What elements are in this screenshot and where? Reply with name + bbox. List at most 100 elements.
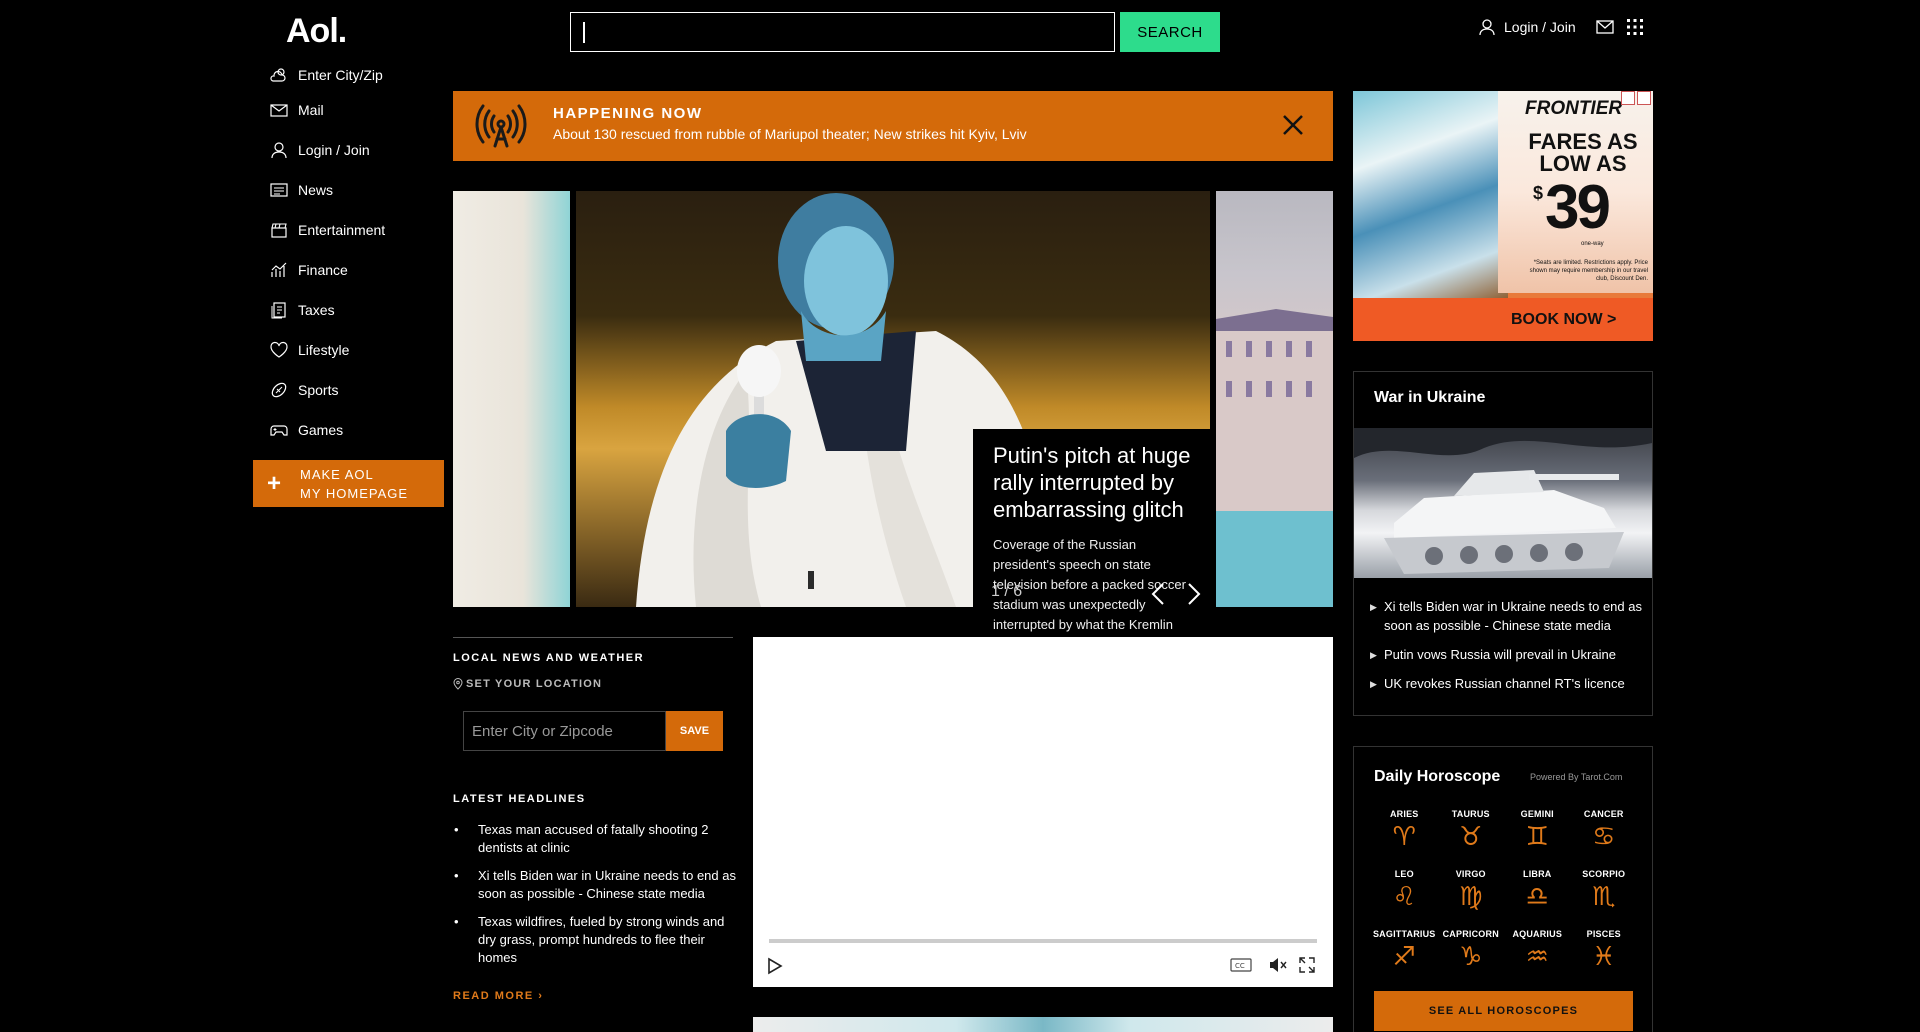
local-news-heading: LOCAL NEWS AND WEATHER	[453, 652, 645, 664]
aol-logo[interactable]: Aol.	[286, 12, 347, 51]
sign-aries[interactable]: ARIES ♈	[1371, 809, 1438, 853]
leo-icon: ♌	[1392, 882, 1416, 912]
sidebar-item-label: Lifestyle	[298, 342, 350, 358]
war-image[interactable]	[1354, 428, 1652, 578]
sidebar-item-label: Finance	[298, 262, 348, 278]
close-icon[interactable]	[1281, 113, 1305, 137]
video-player[interactable]: CC	[753, 637, 1333, 987]
user-icon	[271, 142, 287, 159]
header-login-link[interactable]: Login / Join	[1478, 18, 1576, 36]
horoscope-powered-by[interactable]: Powered By Tarot.Com	[1530, 772, 1622, 782]
taxes-icon	[271, 302, 286, 319]
war-headline-item[interactable]: UK revokes Russian channel RT's licence	[1370, 674, 1645, 694]
user-icon	[1479, 19, 1495, 36]
ad-headline: FARES AS LOW AS	[1528, 129, 1638, 176]
location-pin-icon	[453, 678, 463, 690]
daily-horoscope-module: Daily Horoscope Powered By Tarot.Com ARI…	[1353, 746, 1653, 1032]
sign-label: VIRGO	[1455, 869, 1486, 879]
set-location-label[interactable]: SET YOUR LOCATION	[453, 678, 733, 690]
chevron-right-icon[interactable]	[1186, 582, 1202, 606]
chevron-left-icon[interactable]	[1150, 582, 1166, 606]
headline-item[interactable]: Texas man accused of fatally shooting 2 …	[453, 821, 738, 857]
search-input[interactable]	[570, 12, 1115, 52]
zip-form: Enter City or Zipcode SAVE	[463, 711, 723, 751]
ad-fine-print: *Seats are limited. Restrictions apply. …	[1529, 260, 1648, 282]
sidebar-item-weather[interactable]: Enter City/Zip	[270, 60, 450, 90]
ad-book-now-button[interactable]: BOOK NOW >	[1353, 298, 1653, 341]
sign-leo[interactable]: LEO ♌	[1371, 869, 1438, 913]
sign-label: LEO	[1394, 869, 1414, 879]
sidebar-item-login[interactable]: Login / Join	[270, 130, 450, 170]
carousel-next-slide-image[interactable]	[1216, 191, 1333, 607]
mail-icon	[270, 104, 288, 117]
adchoices-icon[interactable]	[1621, 91, 1651, 105]
sign-label: CANCER	[1583, 809, 1624, 819]
sign-taurus[interactable]: TAURUS ♉	[1438, 809, 1505, 853]
sign-sagittarius[interactable]: SAGITTARIUS ♐	[1371, 929, 1438, 973]
fullscreen-icon[interactable]	[1299, 957, 1315, 973]
zip-input[interactable]: Enter City or Zipcode	[463, 711, 666, 751]
ad-brand: FRONTIER	[1525, 98, 1623, 119]
apps-grid-icon[interactable]	[1626, 18, 1644, 36]
video-progress-bar[interactable]	[769, 939, 1317, 943]
kremlin-photo-graphic	[1216, 309, 1333, 607]
latest-headlines-heading: LATEST HEADLINES	[453, 793, 586, 805]
sign-aquarius[interactable]: AQUARIUS ♒	[1504, 929, 1571, 973]
search-button[interactable]: SEARCH	[1120, 12, 1220, 52]
happening-title: HAPPENING NOW	[553, 105, 703, 122]
carousel-title[interactable]: Putin's pitch at huge rally interrupted …	[993, 442, 1200, 523]
headline-item[interactable]: Texas wildfires, fueled by strong winds …	[453, 913, 738, 967]
happening-headline[interactable]: About 130 rescued from rubble of Mariupo…	[553, 126, 1027, 142]
ad-price-amount: 39	[1545, 173, 1611, 242]
frontier-ad[interactable]: FRONTIER FARES AS LOW AS $ 39 one-way *S…	[1353, 91, 1653, 341]
sidebar-item-label: Taxes	[298, 302, 335, 318]
sidebar-item-news[interactable]: News	[270, 170, 450, 210]
weather-icon	[270, 68, 286, 82]
ad-oneway: one-way	[1581, 241, 1604, 247]
ad-dollar-sign: $	[1533, 183, 1544, 203]
sidebar-item-games[interactable]: Games	[270, 410, 450, 450]
make-homepage-button[interactable]: + MAKE AOL MY HOMEPAGE	[253, 460, 444, 507]
sidebar-item-label: Mail	[298, 102, 324, 118]
mail-icon[interactable]	[1596, 18, 1614, 36]
finance-icon	[271, 262, 287, 277]
sidebar-item-entertainment[interactable]: Entertainment	[270, 210, 450, 250]
sign-gemini[interactable]: GEMINI ♊	[1504, 809, 1571, 853]
mute-icon[interactable]	[1269, 957, 1287, 973]
virgo-icon: ♍	[1459, 882, 1483, 912]
sidebar-item-finance[interactable]: Finance	[270, 250, 450, 290]
headline-item[interactable]: Xi tells Biden war in Ukraine needs to e…	[453, 867, 738, 903]
horoscope-grid: ARIES ♈ TAURUS ♉ GEMINI ♊ CANCER ♋ LEO ♌ VIRG…	[1371, 809, 1637, 973]
sidebar-item-mail[interactable]: Mail	[270, 90, 450, 130]
next-video-thumbnail[interactable]	[753, 1017, 1333, 1032]
sign-label: CAPRICORN	[1442, 929, 1499, 939]
read-more-link[interactable]: READ MORE ›	[453, 990, 543, 1002]
war-headline-item[interactable]: Xi tells Biden war in Ukraine needs to e…	[1370, 597, 1645, 635]
sidebar-item-sports[interactable]: Sports	[270, 370, 450, 410]
carousel-prev-slide-image[interactable]	[453, 191, 570, 607]
sign-cancer[interactable]: CANCER ♋	[1571, 809, 1638, 853]
sign-virgo[interactable]: VIRGO ♍	[1438, 869, 1505, 913]
sidebar-item-lifestyle[interactable]: Lifestyle	[270, 330, 450, 370]
zip-save-button[interactable]: SAVE	[666, 711, 723, 751]
play-icon[interactable]	[765, 957, 783, 975]
cancer-icon: ♋	[1592, 822, 1616, 852]
sidebar-item-label: Login / Join	[298, 142, 370, 158]
svg-text:CC: CC	[1235, 962, 1245, 970]
war-headline-item[interactable]: Putin vows Russia will prevail in Ukrain…	[1370, 645, 1645, 665]
text-caret	[583, 22, 585, 43]
sidebar-item-label: Sports	[298, 382, 339, 398]
see-all-horoscopes-button[interactable]: SEE ALL HOROSCOPES	[1374, 991, 1633, 1031]
sign-capricorn[interactable]: CAPRICORN ♑	[1438, 929, 1505, 973]
news-icon	[270, 183, 288, 197]
war-title[interactable]: War in Ukraine	[1374, 389, 1485, 407]
war-in-ukraine-module: War in Ukraine Xi tells Biden war in Ukr…	[1353, 371, 1653, 716]
sidebar-item-taxes[interactable]: Taxes	[270, 290, 450, 330]
sidebar-nav: Enter City/Zip Mail Login / Join News En…	[270, 60, 450, 450]
carousel-caption[interactable]: Putin's pitch at huge rally interrupted …	[973, 429, 1210, 635]
happening-now-banner[interactable]: HAPPENING NOW About 130 rescued from rub…	[453, 91, 1333, 161]
sign-libra[interactable]: LIBRA ♎	[1504, 869, 1571, 913]
closed-caption-icon[interactable]: CC	[1230, 957, 1252, 973]
sign-pisces[interactable]: PISCES ♓	[1571, 929, 1638, 973]
sign-scorpio[interactable]: SCORPIO ♏	[1571, 869, 1638, 913]
